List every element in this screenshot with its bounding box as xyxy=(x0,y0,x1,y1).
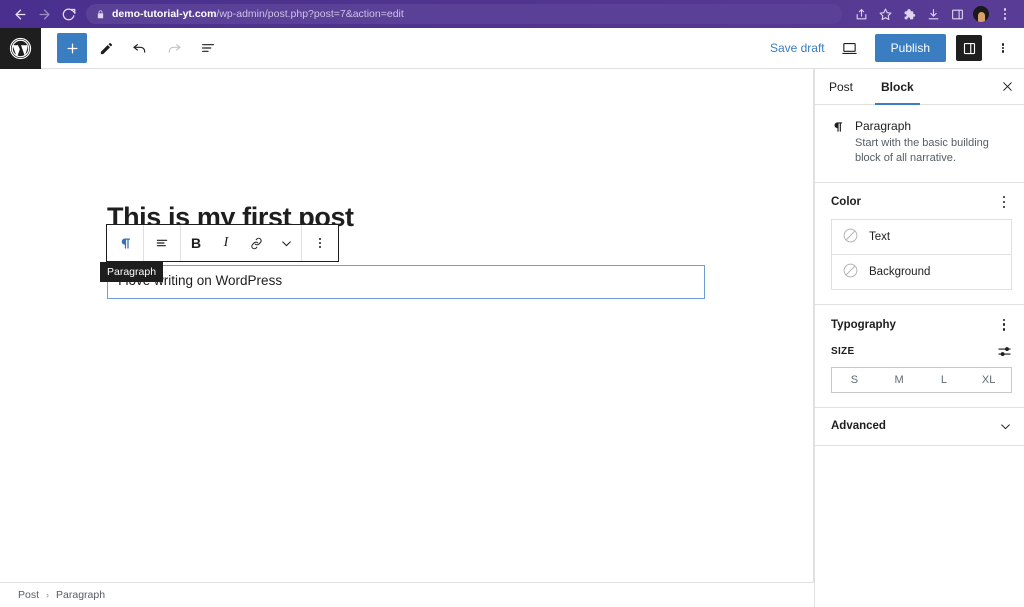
color-options-list: Text Background xyxy=(831,219,1012,290)
paragraph-icon[interactable] xyxy=(107,225,143,261)
chevron-down-icon xyxy=(999,420,1012,433)
settings-sidebar: Post Block Paragraph Start with the basi… xyxy=(814,69,1024,607)
wordpress-logo[interactable] xyxy=(0,28,41,69)
settings-sidebar-toggle[interactable] xyxy=(956,35,982,61)
forward-arrow-icon[interactable] xyxy=(32,2,56,26)
editor-more-options-button[interactable] xyxy=(992,42,1014,54)
breadcrumb-item-paragraph[interactable]: Paragraph xyxy=(56,589,105,601)
color-section: Color Text Background xyxy=(815,183,1024,306)
font-size-m[interactable]: M xyxy=(877,368,922,392)
color-row-text[interactable]: Text xyxy=(832,220,1011,254)
browser-action-icons xyxy=(850,3,1016,25)
color-options-icon[interactable] xyxy=(996,195,1012,210)
editor-tools-group xyxy=(41,33,223,63)
preview-laptop-icon[interactable] xyxy=(835,33,865,63)
tab-post[interactable]: Post xyxy=(815,69,867,104)
side-panel-icon[interactable] xyxy=(946,3,968,25)
color-section-title: Color xyxy=(831,196,861,208)
bold-label: B xyxy=(191,235,201,251)
bold-button[interactable]: B xyxy=(181,225,211,261)
bookmark-star-icon[interactable] xyxy=(874,3,896,25)
more-formats-chevron-down-icon[interactable] xyxy=(271,225,301,261)
profile-avatar[interactable] xyxy=(970,3,992,25)
font-size-l[interactable]: L xyxy=(922,368,967,392)
edit-tool-pencil-icon[interactable] xyxy=(91,33,121,63)
paragraph-text[interactable]: I love writing on WordPress xyxy=(118,272,694,290)
editor-actions-group: Save draft Publish xyxy=(770,33,1024,63)
browser-chrome-bar: demo-tutorial-yt.com/wp-admin/post.php?p… xyxy=(0,0,1024,28)
downloads-icon[interactable] xyxy=(922,3,944,25)
address-bar-text: demo-tutorial-yt.com/wp-admin/post.php?p… xyxy=(112,8,404,20)
back-arrow-icon[interactable] xyxy=(8,2,32,26)
breadcrumb-item-post[interactable]: Post xyxy=(18,589,39,601)
url-domain: demo-tutorial-yt.com xyxy=(112,8,216,20)
italic-label: I xyxy=(224,235,229,251)
align-text-icon[interactable] xyxy=(144,225,180,261)
paragraph-tooltip: Paragraph xyxy=(100,262,163,282)
browser-menu-icon[interactable] xyxy=(994,3,1016,25)
color-row-label: Text xyxy=(869,231,890,243)
advanced-section-title: Advanced xyxy=(831,420,886,432)
close-icon[interactable] xyxy=(990,69,1024,104)
color-row-background[interactable]: Background xyxy=(832,254,1011,289)
editor-body: This is my first post B I xyxy=(0,69,1024,607)
block-info-title: Paragraph xyxy=(855,119,1012,133)
no-color-swatch-icon xyxy=(842,227,859,247)
redo-button[interactable] xyxy=(159,33,189,63)
editor-canvas[interactable]: This is my first post B I xyxy=(0,69,814,607)
block-options-icon[interactable] xyxy=(302,225,338,261)
breadcrumb: Post › Paragraph xyxy=(0,582,814,607)
block-toolbar: B I xyxy=(106,224,339,262)
address-bar[interactable]: demo-tutorial-yt.com/wp-admin/post.php?p… xyxy=(86,4,842,24)
color-section-header: Color xyxy=(831,195,1012,210)
color-row-label: Background xyxy=(869,266,930,278)
editor-top-toolbar: Save draft Publish xyxy=(0,28,1024,69)
breadcrumb-separator: › xyxy=(46,590,49,600)
extensions-puzzle-icon[interactable] xyxy=(898,3,920,25)
italic-button[interactable]: I xyxy=(211,225,241,261)
sidebar-tabs: Post Block xyxy=(815,69,1024,105)
font-size-xl[interactable]: XL xyxy=(966,368,1011,392)
block-info-panel: Paragraph Start with the basic building … xyxy=(815,105,1024,183)
link-icon[interactable] xyxy=(241,225,271,261)
block-info-description: Start with the basic building block of a… xyxy=(855,136,1012,166)
publish-button[interactable]: Publish xyxy=(875,34,946,62)
lock-icon xyxy=(96,9,105,20)
size-label: SIZE xyxy=(831,346,854,357)
add-block-button[interactable] xyxy=(57,33,87,63)
url-path: /wp-admin/post.php?post=7&action=edit xyxy=(216,8,403,20)
advanced-section-toggle[interactable]: Advanced xyxy=(815,408,1024,446)
paragraph-block[interactable]: I love writing on WordPress xyxy=(107,265,705,299)
size-control-header: SIZE xyxy=(831,344,1012,359)
undo-button[interactable] xyxy=(125,33,155,63)
tab-block[interactable]: Block xyxy=(867,69,928,104)
share-icon[interactable] xyxy=(850,3,872,25)
typography-section-title: Typography xyxy=(831,319,896,331)
font-size-s[interactable]: S xyxy=(832,368,877,392)
typography-options-icon[interactable] xyxy=(996,317,1012,332)
reload-icon[interactable] xyxy=(56,2,80,26)
font-size-selector: S M L XL xyxy=(831,367,1012,393)
size-settings-icon[interactable] xyxy=(997,344,1012,359)
no-color-swatch-icon xyxy=(842,262,859,282)
sidebar-empty-space xyxy=(815,446,1024,607)
typography-section-header: Typography xyxy=(831,317,1012,332)
typography-section: Typography SIZE S M L XL xyxy=(815,305,1024,408)
save-draft-button[interactable]: Save draft xyxy=(770,41,825,55)
list-view-button[interactable] xyxy=(193,33,223,63)
paragraph-icon xyxy=(831,120,845,166)
